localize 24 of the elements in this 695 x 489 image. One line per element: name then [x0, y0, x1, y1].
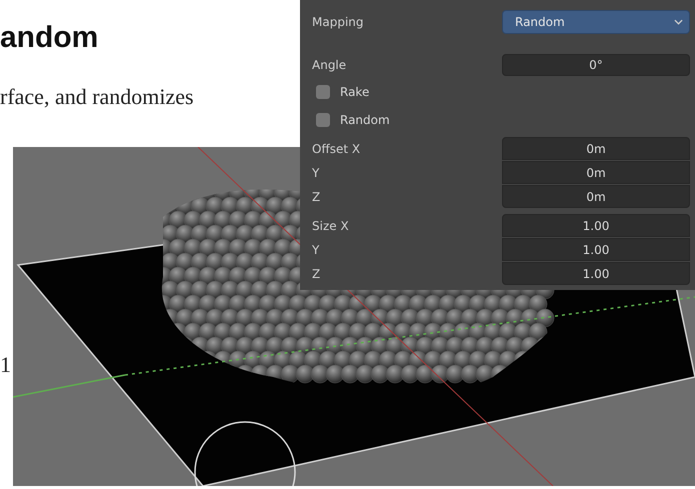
field-label: Y [312, 166, 320, 180]
field-label: Size X [312, 218, 350, 232]
number-field[interactable]: 1.00 [502, 238, 690, 261]
number-field[interactable]: 0m [502, 137, 690, 160]
field-label: Angle [312, 58, 348, 72]
checkbox-label: Rake [340, 85, 370, 99]
field-label: Mapping [312, 15, 364, 29]
checkbox-label: Random [340, 113, 390, 127]
field-label: Y [312, 242, 320, 256]
number-field[interactable]: 0m [502, 161, 690, 184]
number-field[interactable]: 0° [502, 54, 690, 76]
number-field[interactable]: 1.00 [502, 262, 690, 285]
section-heading: andom [0, 20, 98, 56]
field-label: Z [312, 190, 322, 204]
checkbox[interactable] [316, 113, 330, 127]
number-field[interactable]: 0m [502, 185, 690, 208]
number-field[interactable]: 1.00 [502, 214, 690, 237]
body-text-fragment: 1 [0, 352, 12, 378]
field-label: Z [312, 266, 322, 280]
mapping-dropdown[interactable]: Random [502, 10, 690, 34]
field-label: Offset X [312, 142, 362, 156]
chevron-icon [674, 19, 683, 25]
body-text: rface, and randomizes [0, 83, 194, 111]
checkbox[interactable] [316, 85, 330, 99]
